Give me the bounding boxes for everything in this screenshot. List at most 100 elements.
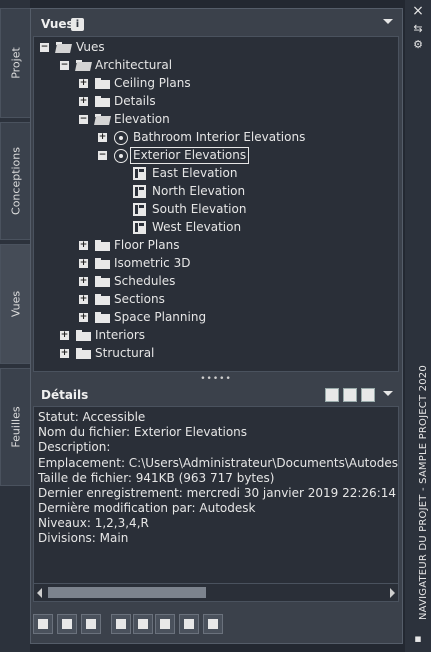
- folder-icon: [95, 78, 110, 89]
- tab-vues[interactable]: Vues: [0, 244, 30, 364]
- expand-icon[interactable]: +: [79, 277, 88, 286]
- expand-icon[interactable]: +: [79, 79, 88, 88]
- details-pane: Statut: Accessible Nom du fichier: Exter…: [33, 406, 399, 584]
- tree-label: Floor Plans: [114, 238, 180, 252]
- expand-icon[interactable]: +: [79, 295, 88, 304]
- detail-description: Description:: [38, 440, 111, 454]
- tree-node-space-planning[interactable]: + Space Planning: [34, 309, 394, 327]
- collapse-icon[interactable]: −: [98, 151, 107, 160]
- detail-location: Emplacement: C:\Users\Administrateur\Doc…: [38, 456, 398, 470]
- tree-label-selected: Exterior Elevations: [129, 147, 250, 164]
- tree-label: Elevation: [114, 112, 170, 126]
- details-menu-arrow-icon[interactable]: [383, 391, 393, 396]
- elevation-view-icon: [133, 221, 146, 234]
- tree-node-north-elevation[interactable]: North Elevation: [34, 183, 394, 201]
- scroll-left-icon[interactable]: [37, 588, 42, 598]
- view-category-icon: [114, 131, 128, 145]
- tree-label: Interiors: [95, 328, 146, 342]
- detail-filename: Nom du fichier: Exterior Elevations: [38, 425, 248, 439]
- new-view-icon[interactable]: [33, 614, 53, 634]
- preview-view-icon[interactable]: [361, 388, 375, 402]
- panel-title: Vues: [41, 17, 74, 31]
- tab-feuilles[interactable]: Feuilles: [0, 368, 30, 486]
- tree-node-exterior-elevations[interactable]: − Exterior Elevations: [34, 147, 394, 165]
- detail-filesize: Taille de fichier: 941KB (963 717 bytes): [38, 471, 275, 485]
- collapse-icon[interactable]: −: [40, 43, 49, 52]
- views-panel-header: Vues i: [33, 14, 399, 36]
- details-title: Détails: [41, 388, 89, 402]
- bottom-toolbar: [33, 612, 233, 636]
- views-tree[interactable]: − Vues − Architectural + Ceiling Plans +…: [33, 36, 399, 372]
- detail-divisions: Divisions: Main: [38, 531, 129, 545]
- settings-icon[interactable]: ⚙: [405, 38, 431, 52]
- tree-node-vues[interactable]: − Vues: [34, 39, 394, 57]
- collapse-icon[interactable]: −: [60, 61, 69, 70]
- splitter-grip: •••••: [200, 374, 232, 384]
- sheet-set-icon[interactable]: [203, 614, 223, 634]
- elevation-view-icon: [133, 185, 146, 198]
- tree-label: North Elevation: [152, 184, 246, 198]
- new-model-space-view-icon[interactable]: [81, 614, 101, 634]
- folder-open-icon: [56, 42, 71, 53]
- folder-open-icon: [76, 60, 91, 71]
- tree-label: Structural: [95, 346, 155, 360]
- collapse-icon[interactable]: −: [79, 115, 88, 124]
- palette-title-bar[interactable]: × ⇆ ⚙ NAVIGATEUR DU PROJET - SAMPLE PROJ…: [405, 0, 431, 652]
- details-view-icon[interactable]: [343, 388, 357, 402]
- folder-icon: [95, 96, 110, 107]
- folder-icon: [76, 330, 91, 341]
- tree-node-east-elevation[interactable]: East Elevation: [34, 165, 394, 183]
- folder-icon: [76, 348, 91, 359]
- place-view-icon[interactable]: [133, 614, 153, 634]
- tree-node-interiors[interactable]: + Interiors: [34, 327, 394, 345]
- tree-node-floor-plans[interactable]: + Floor Plans: [34, 237, 394, 255]
- panel-menu-arrow-icon[interactable]: [383, 19, 393, 24]
- tree-label: Space Planning: [114, 310, 207, 324]
- expand-icon[interactable]: +: [79, 259, 88, 268]
- detail-status: Statut: Accessible: [38, 410, 146, 424]
- tab-projet-label: Projet: [9, 47, 22, 79]
- palette-title: NAVIGATEUR DU PROJET - SAMPLE PROJECT 20…: [418, 365, 429, 620]
- expand-icon[interactable]: +: [79, 97, 88, 106]
- tab-conceptions[interactable]: Conceptions: [0, 122, 30, 240]
- properties-icon[interactable]: [155, 614, 175, 634]
- expand-icon[interactable]: +: [79, 241, 88, 250]
- folder-icon: [95, 258, 110, 269]
- elevation-view-icon: [133, 167, 146, 180]
- tree-node-south-elevation[interactable]: South Elevation: [34, 201, 394, 219]
- info-icon[interactable]: i: [71, 18, 84, 31]
- tree-node-sections[interactable]: + Sections: [34, 291, 394, 309]
- folder-icon: [95, 240, 110, 251]
- scroll-right-icon[interactable]: [390, 588, 395, 598]
- panel-splitter[interactable]: •••••: [33, 372, 399, 384]
- expand-icon[interactable]: +: [60, 331, 69, 340]
- tree-node-west-elevation[interactable]: West Elevation: [34, 219, 394, 237]
- scroll-thumb[interactable]: [48, 587, 206, 598]
- thumbnail-view-icon[interactable]: [325, 388, 339, 402]
- expand-icon[interactable]: +: [79, 313, 88, 322]
- close-icon[interactable]: ×: [405, 4, 431, 18]
- tab-projet[interactable]: Projet: [0, 8, 30, 118]
- tree-node-architectural[interactable]: − Architectural: [34, 57, 394, 75]
- tree-node-ceiling-plans[interactable]: + Ceiling Plans: [34, 75, 394, 93]
- tree-node-structural[interactable]: + Structural: [34, 345, 394, 363]
- tree-node-elevation[interactable]: − Elevation: [34, 111, 394, 129]
- elevation-view-icon: [133, 203, 146, 216]
- tab-feuilles-label: Feuilles: [9, 406, 22, 448]
- tree-node-isometric-3d[interactable]: + Isometric 3D: [34, 255, 394, 273]
- details-horizontal-scrollbar[interactable]: [33, 584, 399, 602]
- refresh-icon[interactable]: [179, 614, 199, 634]
- left-tab-strip: Projet Conceptions Vues Feuilles: [0, 0, 30, 652]
- expand-icon[interactable]: +: [60, 349, 69, 358]
- new-category-icon[interactable]: [57, 614, 77, 634]
- tree-node-schedules[interactable]: + Schedules: [34, 273, 394, 291]
- autohide-icon[interactable]: ⇆: [405, 22, 431, 36]
- expand-icon[interactable]: +: [98, 133, 107, 142]
- open-drawing-icon[interactable]: [111, 614, 131, 634]
- folder-icon: [95, 312, 110, 323]
- view-category-icon: [114, 149, 128, 163]
- tree-node-bathroom-interior-elevations[interactable]: + Bathroom Interior Elevations: [34, 129, 394, 147]
- tree-label: West Elevation: [152, 220, 242, 234]
- tree-label: South Elevation: [152, 202, 247, 216]
- tree-node-details[interactable]: + Details: [34, 93, 394, 111]
